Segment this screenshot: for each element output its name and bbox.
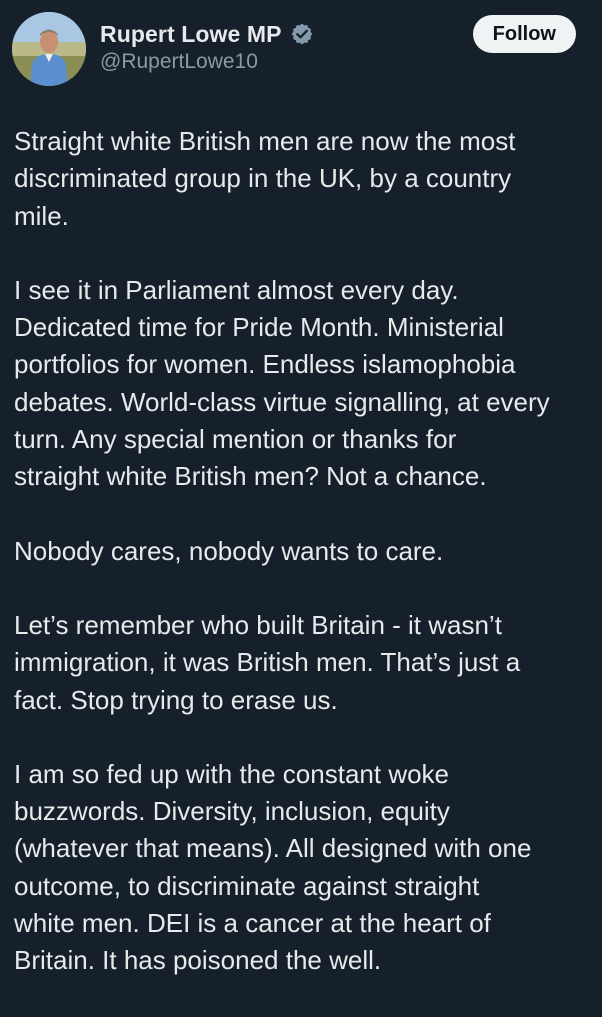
author-handle[interactable]: @RupertLowe10 [100, 50, 258, 74]
author-display-name[interactable]: Rupert Lowe MP [100, 21, 282, 48]
avatar-image [12, 12, 86, 86]
avatar[interactable] [12, 12, 86, 86]
author-name-row: Rupert Lowe MP [100, 18, 314, 50]
tweet-paragraph: I am so fed up with the constant woke bu… [14, 758, 532, 976]
tweet-paragraph: I see it in Parliament almost every day.… [14, 274, 550, 492]
follow-button[interactable]: Follow [472, 15, 576, 53]
tweet-header: Rupert Lowe MP @RupertLowe10 Follow [0, 0, 602, 100]
tweet-text: Straight white British men are now the m… [14, 123, 594, 1017]
tweet-paragraph: Nobody cares, nobody wants to care. [14, 535, 444, 566]
verified-badge-icon [290, 22, 314, 46]
tweet-paragraph: Straight white British men are now the m… [14, 126, 516, 231]
tweet: Rupert Lowe MP @RupertLowe10 Follow Stra… [0, 0, 602, 1000]
tweet-paragraph: Let’s remember who built Britain - it wa… [14, 609, 521, 715]
